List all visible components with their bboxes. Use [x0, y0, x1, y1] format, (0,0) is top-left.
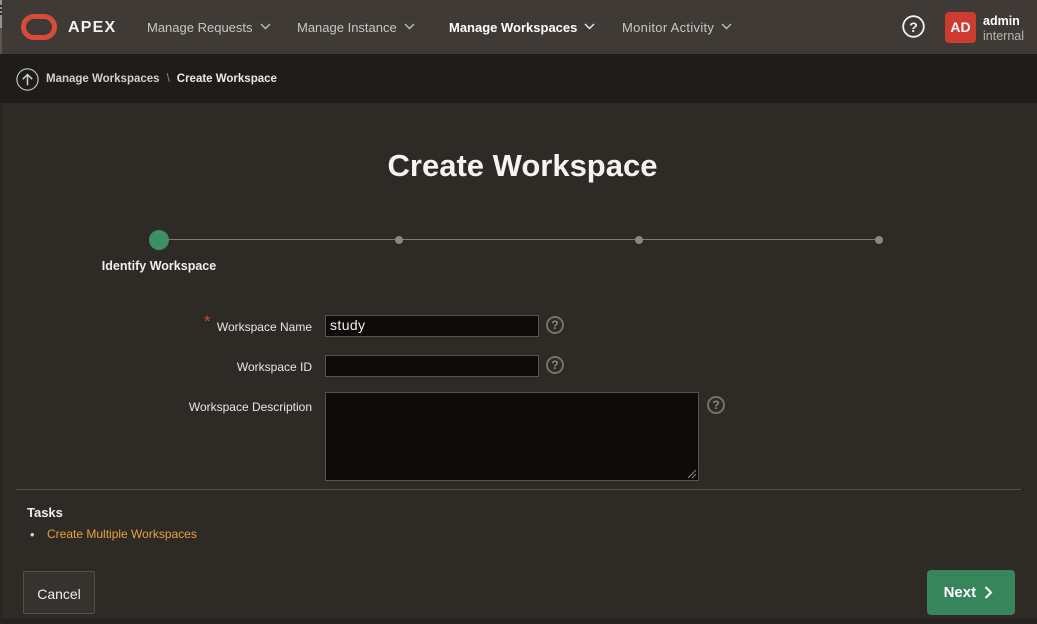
svg-text:?: ?: [909, 18, 918, 34]
